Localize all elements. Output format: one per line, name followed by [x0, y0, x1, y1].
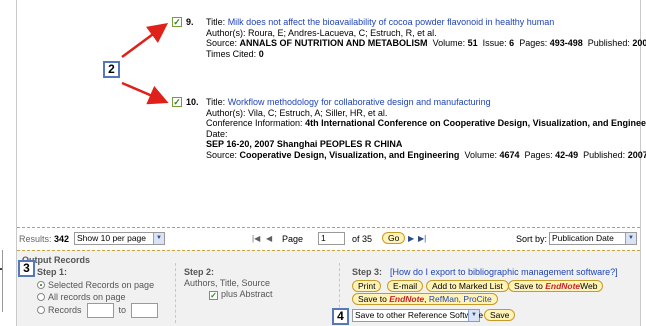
- radio-all-label: All records on page: [48, 292, 126, 302]
- email-button[interactable]: E-mail: [387, 280, 424, 292]
- page-number-input[interactable]: 1: [318, 232, 345, 245]
- step-2-fields: Authors, Title, Source: [184, 278, 271, 288]
- next-page-icon[interactable]: ▶: [408, 234, 414, 243]
- chevron-down-icon: ▼: [153, 233, 164, 244]
- add-to-marked-list-button[interactable]: Add to Marked List: [426, 280, 509, 292]
- radio-icon: [37, 281, 45, 289]
- sort-value: Publication Date: [552, 233, 614, 243]
- step-1-label: Step 1:: [37, 267, 68, 277]
- plus-abstract-label: plus Abstract: [221, 289, 273, 299]
- callout-2: 2: [103, 61, 120, 78]
- step-divider-1: [175, 263, 176, 323]
- radio-selected-records[interactable]: Selected Records on page: [37, 280, 154, 290]
- per-page-value: Show 10 per page: [77, 233, 146, 243]
- go-button[interactable]: Go: [382, 232, 406, 244]
- chevron-down-icon: ▼: [625, 233, 636, 244]
- callout-3: 3: [18, 260, 35, 277]
- last-page-icon[interactable]: ▶|: [418, 234, 426, 243]
- save-to-endnote-button[interactable]: Save to EndNote, RefMan, ProCite: [352, 293, 498, 305]
- radio-selected-label: Selected Records on page: [48, 280, 155, 290]
- step-2-label: Step 2:: [184, 267, 215, 277]
- radio-range-label: Records: [48, 304, 82, 315]
- records-from-input[interactable]: [86, 303, 114, 318]
- results-label: Results:: [19, 234, 52, 244]
- arrow-to-record-9: [121, 23, 169, 59]
- radio-icon: [37, 293, 45, 301]
- sort-label: Sort by:: [516, 234, 548, 244]
- endnote-logo-text: EndNote: [545, 281, 581, 291]
- chevron-down-icon: ▼: [468, 310, 479, 321]
- checkbox-icon: ✓: [209, 291, 218, 300]
- save-to-endnote-web-button[interactable]: Save to EndNoteWeb: [508, 280, 604, 292]
- records-to-input[interactable]: [131, 303, 159, 318]
- results-bar: Results: 342 Show 10 per page ▼ |◀ ◀ Pag…: [17, 227, 640, 247]
- radio-records-range[interactable]: Records to: [37, 303, 159, 318]
- output-records-panel: Output Records Step 1: Selected Records …: [17, 250, 640, 326]
- per-page-select[interactable]: Show 10 per page ▼: [74, 232, 165, 245]
- print-button[interactable]: Print: [352, 280, 382, 292]
- callout-4: 4: [332, 308, 349, 325]
- reference-software-value: Save to other Reference Software: [355, 310, 484, 320]
- save-button[interactable]: Save: [484, 309, 516, 321]
- sort-select[interactable]: Publication Date ▼: [549, 232, 637, 245]
- endnote-prefix: Save to: [358, 294, 387, 304]
- step-3-label: Step 3:: [352, 267, 383, 277]
- export-help-link[interactable]: [How do I export to bibliographic manage…: [390, 267, 618, 277]
- plus-abstract-checkbox[interactable]: ✓ plus Abstract: [209, 289, 273, 300]
- radio-icon: [37, 305, 45, 314]
- endnote-web-prefix: Save to: [514, 281, 543, 291]
- results-count: 342: [54, 234, 70, 244]
- endnote-web-suffix: Web: [580, 281, 598, 291]
- page-of-total: of 35: [352, 234, 373, 244]
- records-to-label: to: [118, 304, 127, 315]
- arrow-to-record-10: [121, 81, 169, 105]
- page-label: Page: [282, 234, 304, 244]
- refman-logo-text: RefMan,: [428, 294, 462, 304]
- previous-page-icon[interactable]: ◀: [266, 234, 272, 243]
- endnote-logo-text: EndNote: [389, 294, 425, 304]
- first-page-icon[interactable]: |◀: [252, 234, 260, 243]
- reference-software-select[interactable]: Save to other Reference Software ▼: [352, 309, 484, 322]
- procite-logo-text: ProCite: [463, 294, 492, 304]
- radio-all-records[interactable]: All records on page: [37, 292, 126, 302]
